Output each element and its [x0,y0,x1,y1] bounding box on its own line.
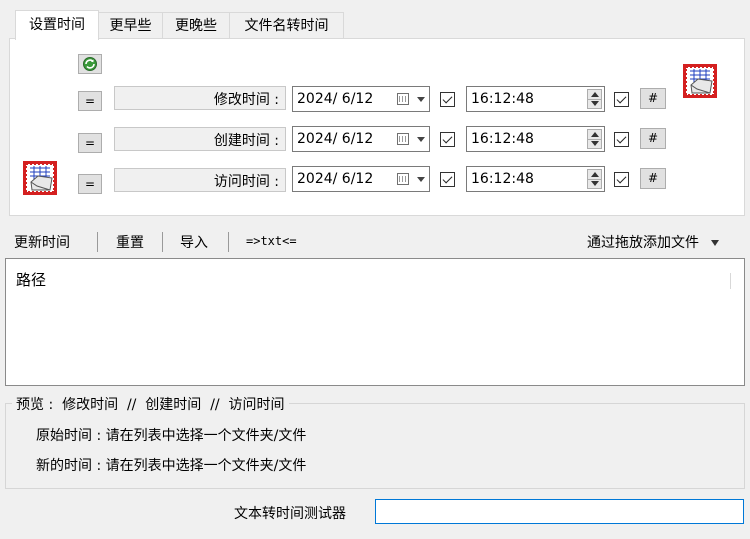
txt-button[interactable]: =>txt<= [246,234,297,248]
chevron-down-icon [417,177,425,182]
preview-group [5,403,745,489]
file-list[interactable]: 路径 [5,258,745,386]
accessed-time-value: 16:12:48 [471,171,534,187]
tab-set-time[interactable]: 设置时间 [15,10,99,40]
tab-later[interactable]: 更晚些 [163,12,230,38]
modified-date-checkbox[interactable] [440,92,455,107]
column-header-path[interactable]: 路径 [16,269,46,290]
spinner-icon[interactable] [587,89,602,109]
toolbar-separator [97,232,98,252]
accessed-time-spinner[interactable]: 16:12:48 [466,166,605,192]
created-date-value: 2024/ 6/12 [297,131,374,147]
original-time-text: 原始时间 : 请在列表中选择一个文件夹/文件 [36,428,307,444]
accessed-time-checkbox[interactable] [614,172,629,187]
spinner-icon[interactable] [587,169,602,189]
chevron-down-icon [711,240,720,246]
import-button[interactable]: 导入 [180,232,208,252]
calendar-icon [397,133,409,145]
new-time-text: 新的时间 : 请在列表中选择一个文件夹/文件 [36,458,307,474]
toolbar-separator [228,232,229,252]
drag-add-files-menu[interactable]: 通过拖放添加文件 [587,232,720,252]
accessed-date-checkbox[interactable] [440,172,455,187]
text-to-time-tester-label: 文本转时间测试器 [234,506,346,522]
tab-earlier[interactable]: 更早些 [99,12,163,38]
created-date-picker[interactable]: 2024/ 6/12 [292,126,430,152]
accessed-time-label: 访问时间 : [213,174,279,190]
text-to-time-tester-input[interactable] [375,499,744,524]
accessed-date-value: 2024/ 6/12 [297,171,374,187]
toolbar-separator [162,232,163,252]
preview-legend: 预览 : 修改时间 // 创建时间 // 访问时间 [12,394,289,414]
modified-time-spinner[interactable]: 16:12:48 [466,86,605,112]
created-time-field: 创建时间 : [114,127,286,151]
copy-accessed-button[interactable]: = [78,174,102,194]
drag-add-files-label: 通过拖放添加文件 [587,235,699,251]
modified-time-value: 16:12:48 [471,91,534,107]
chevron-down-icon [417,137,425,142]
accessed-hash-button[interactable]: # [640,168,666,189]
modified-date-picker[interactable]: 2024/ 6/12 [292,86,430,112]
calendar-icon [397,93,409,105]
refresh-globe-icon [83,57,97,71]
created-time-value: 16:12:48 [471,131,534,147]
folder-grid-app-icon [23,161,57,195]
created-time-checkbox[interactable] [614,132,629,147]
modified-date-value: 2024/ 6/12 [297,91,374,107]
column-divider[interactable] [730,273,731,289]
created-hash-button[interactable]: # [640,128,666,149]
refresh-button[interactable] [78,54,102,74]
copy-modified-button[interactable]: = [78,91,102,111]
created-time-label: 创建时间 : [213,133,279,149]
calendar-icon [397,173,409,185]
copy-created-button[interactable]: = [78,133,102,153]
reset-button[interactable]: 重置 [116,232,144,252]
accessed-time-field: 访问时间 : [114,168,286,192]
update-time-button[interactable]: 更新时间 [14,232,70,252]
modified-time-field: 修改时间 : [114,86,286,110]
accessed-date-picker[interactable]: 2024/ 6/12 [292,166,430,192]
modified-hash-button[interactable]: # [640,88,666,109]
created-time-spinner[interactable]: 16:12:48 [466,126,605,152]
modified-time-checkbox[interactable] [614,92,629,107]
created-date-checkbox[interactable] [440,132,455,147]
folder-grid-app-icon [683,64,717,98]
tab-filename-to-time[interactable]: 文件名转时间 [230,12,344,38]
spinner-icon[interactable] [587,129,602,149]
modified-time-label: 修改时间 : [213,92,279,108]
chevron-down-icon [417,97,425,102]
